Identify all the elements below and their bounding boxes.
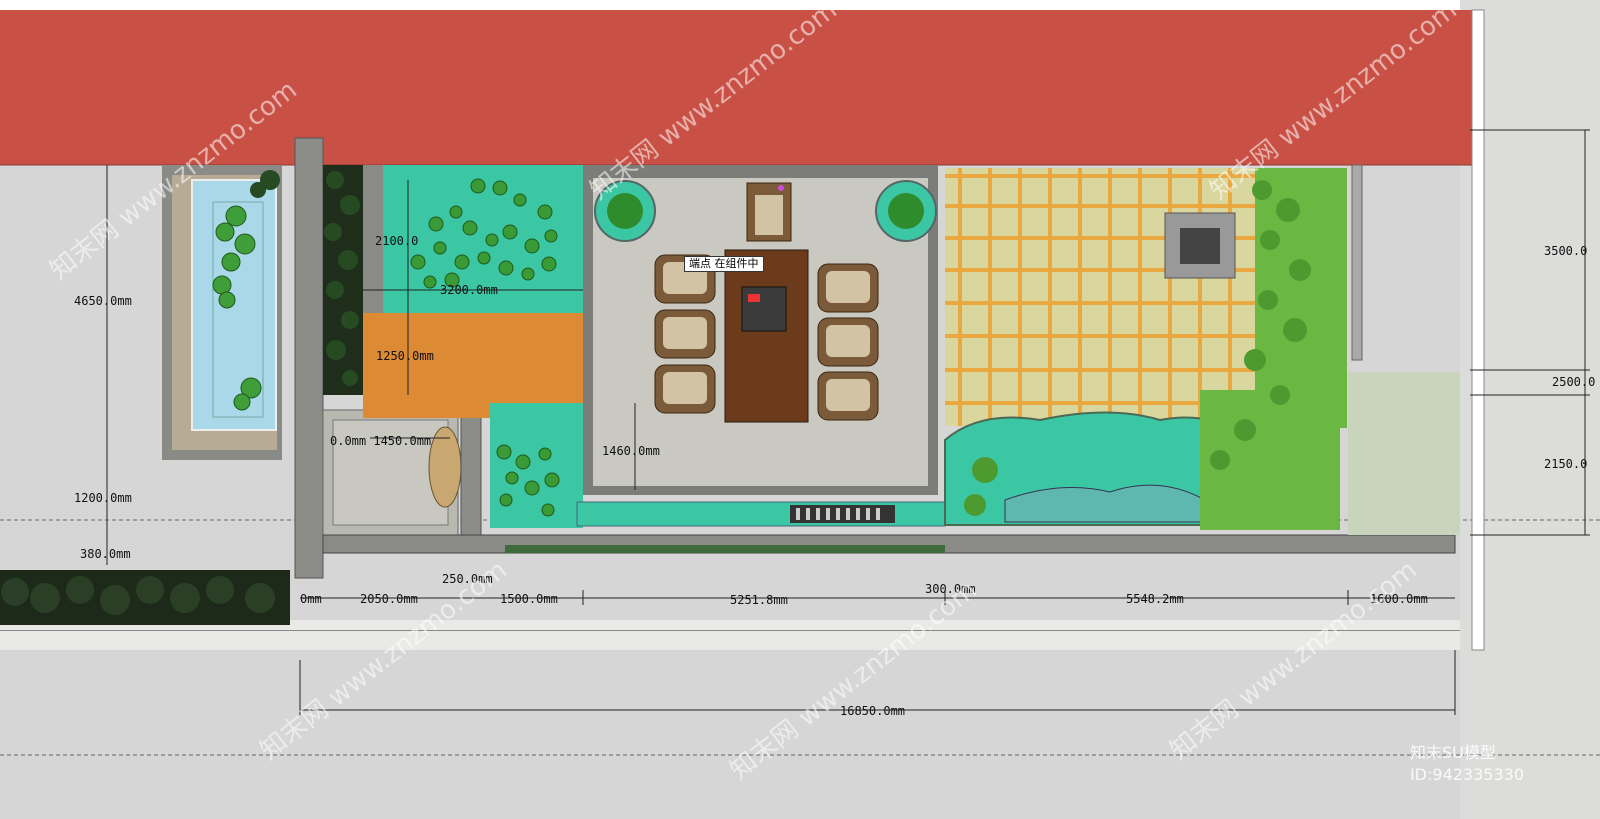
tea-tray: [741, 286, 787, 332]
dim-1460: 1460.0mm: [602, 444, 660, 458]
cursor-endpoint: [778, 185, 784, 191]
dim-0: 0mm: [300, 592, 322, 606]
dim-2500: 2500.0: [1552, 375, 1595, 389]
brand-id: ID:942335330: [1409, 765, 1524, 784]
dim-3500: 3500.0: [1544, 244, 1587, 258]
right-wall: [1471, 9, 1485, 651]
dim-380: 380.0mm: [80, 547, 131, 561]
tea-tray-label: [748, 294, 760, 302]
dim-1500: 1500.0mm: [500, 592, 558, 606]
snap-tooltip: 端点 在组件中: [684, 256, 764, 272]
side-yard: [1348, 372, 1460, 535]
dim-5548: 5548.2mm: [1126, 592, 1184, 606]
wall-planter: [505, 545, 945, 553]
top-margin: [0, 0, 1460, 10]
dim-2150: 2150.0: [1544, 457, 1587, 471]
dim-1450: 0.0mm 1450.0mm: [330, 434, 431, 448]
dim-2100: 2100.0: [375, 234, 418, 248]
dim-1200: 1200.0mm: [74, 491, 132, 505]
street-line: [0, 630, 1460, 631]
fence: [1351, 164, 1363, 361]
orange-terrace: [363, 313, 583, 418]
dim-2050: 2050.0mm: [360, 592, 418, 606]
dim-5251: 5251.8mm: [730, 593, 788, 607]
plan-canvas: 4650.0mm 1200.0mm 380.0mm 2100.0 3200.0m…: [0, 0, 1600, 819]
pond-lower: [490, 403, 583, 528]
boulder: [428, 426, 462, 508]
outdoor-table-top: [1180, 228, 1220, 264]
dim-1250: 1250.0mm: [376, 349, 434, 363]
armchair-seat: [755, 195, 783, 235]
brand-block: 知末SU模型 ID:942335330: [1410, 742, 1524, 786]
tea-table: [724, 249, 809, 423]
dim-4650: 4650.0mm: [74, 294, 132, 308]
dim-16850: 16850.0mm: [840, 704, 905, 718]
brand-name: 知末SU模型: [1409, 743, 1496, 762]
dim-3200: 3200.0mm: [440, 283, 498, 297]
step-stone-gaps: [796, 508, 880, 520]
planter-right-plant: [888, 193, 924, 229]
column-wall: [294, 137, 324, 579]
